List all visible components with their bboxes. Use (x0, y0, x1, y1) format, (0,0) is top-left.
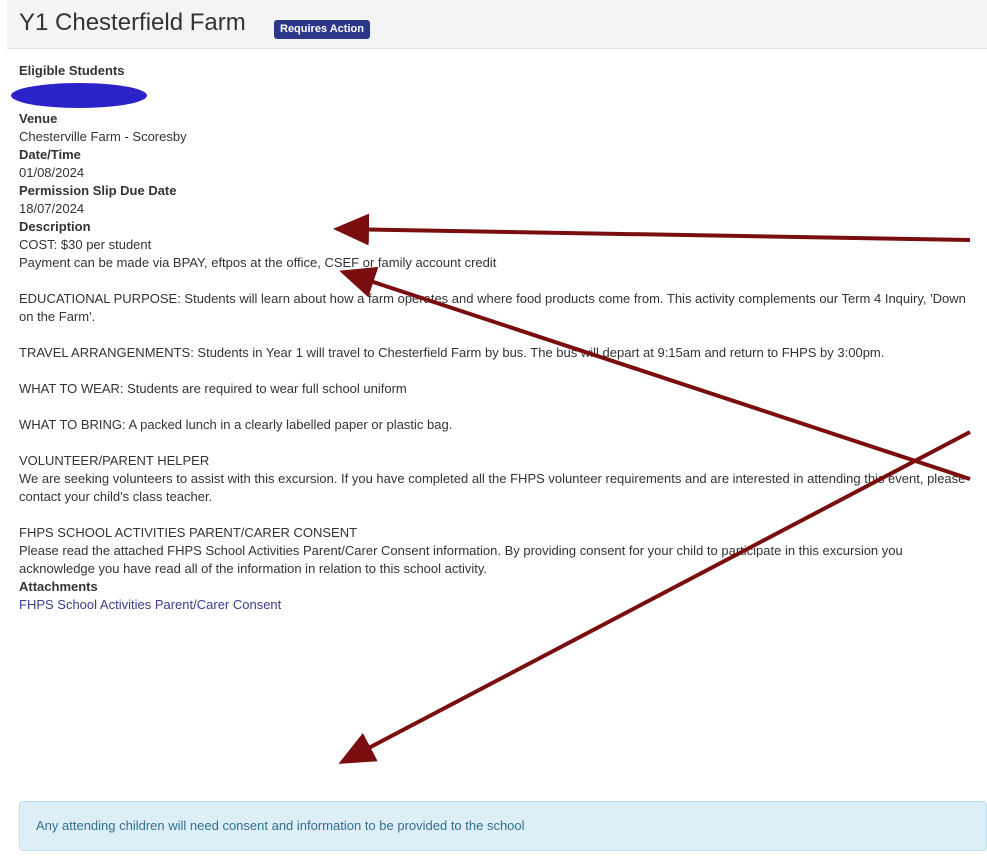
consent-attachment-link[interactable]: FHPS School Activities Parent/Carer Cons… (19, 597, 281, 612)
due-date-label: Permission Slip Due Date (19, 183, 177, 198)
payment-text: Payment can be made via BPAY, eftpos at … (19, 255, 497, 270)
info-alert-text: Any attending children will need consent… (36, 818, 525, 833)
page-title: Y1 Chesterfield Farm (19, 9, 246, 36)
description-label: Description (19, 219, 91, 234)
due-date-value: 18/07/2024 (19, 201, 85, 216)
consent-heading: FHPS SCHOOL ACTIVITIES PARENT/CARER CONS… (19, 525, 358, 540)
event-details: Eligible Students Venue Chesterville Far… (11, 62, 969, 614)
status-badge: Requires Action (274, 20, 370, 39)
volunteer-text: We are seeking volunteers to assist with… (19, 471, 966, 504)
consent-text: Please read the attached FHPS School Act… (19, 543, 903, 576)
datetime-value: 01/08/2024 (19, 165, 85, 180)
attachments-label: Attachments (19, 579, 98, 594)
info-alert: Any attending children will need consent… (19, 801, 987, 851)
venue-value: Chesterville Farm - Scoresby (19, 129, 187, 144)
venue-label: Venue (19, 111, 58, 126)
eligible-students-label: Eligible Students (19, 63, 125, 78)
cost-text: COST: $30 per student (19, 237, 152, 252)
purpose-text: EDUCATIONAL PURPOSE: Students will learn… (19, 291, 966, 324)
travel-text: TRAVEL ARRANGENMENTS: Students in Year 1… (19, 345, 885, 360)
bring-text: WHAT TO BRING: A packed lunch in a clear… (19, 417, 453, 432)
volunteer-heading: VOLUNTEER/PARENT HELPER (19, 453, 210, 468)
page-header: Y1 Chesterfield Farm Requires Action (7, 0, 987, 49)
wear-text: WHAT TO WEAR: Students are required to w… (19, 381, 407, 396)
redacted-student-name (11, 83, 147, 108)
datetime-label: Date/Time (19, 147, 81, 162)
